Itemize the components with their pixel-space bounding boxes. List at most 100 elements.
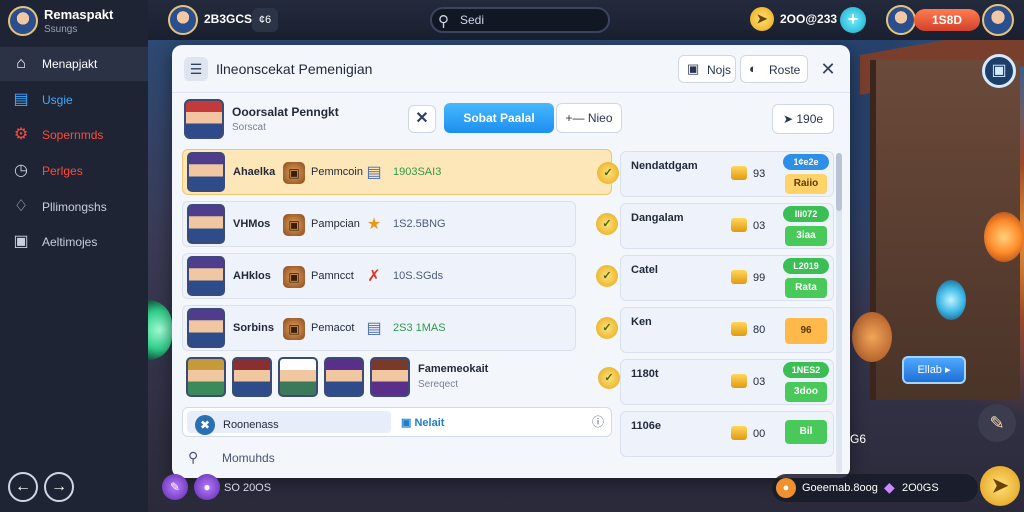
reward-badge: 1¢e2e xyxy=(783,154,829,170)
group-avatar xyxy=(186,357,226,397)
sidebar-item-label: Usgie xyxy=(42,93,73,107)
bottom-resource-bar[interactable]: ● Goeemab.8oog ◆ 2O0GS xyxy=(772,474,978,502)
forward-arrow-button[interactable]: → xyxy=(44,472,74,502)
sidebar-item-settings[interactable]: ⚙ Sopernmds xyxy=(0,118,148,152)
group-subtitle: Sereqect xyxy=(418,379,459,390)
orb-icon[interactable]: ● xyxy=(194,474,220,500)
member-name: AHklos xyxy=(233,270,271,282)
list-item[interactable]: Sorbins ▣ Pemacot ▤ 2S3 1MAS xyxy=(182,305,576,351)
sword-icon: ➤ xyxy=(782,112,797,126)
claim-button[interactable]: 3doo xyxy=(785,382,827,402)
member-role: Pamncct xyxy=(311,270,354,282)
coin-icon xyxy=(731,166,747,180)
modal-header: ☰ Ilneonscekat Pemenigian ▣ Nojs ◐ Roste… xyxy=(172,45,850,93)
game-action-button[interactable]: Ellab ▸ xyxy=(902,356,966,384)
reward-row[interactable]: Catel 99 L2019 Rata xyxy=(620,255,834,301)
shield-button[interactable]: ◐ Roste xyxy=(740,55,808,83)
sidebar-item-label: Menapjakt xyxy=(42,57,98,71)
member-avatar xyxy=(187,308,225,348)
sidebar-subtitle: Ssungs xyxy=(44,24,78,35)
claim-button[interactable]: Bil xyxy=(785,420,827,444)
gift-button[interactable]: ▣ Nojs xyxy=(678,55,736,83)
gear-icon: ⚙ xyxy=(13,126,29,143)
coin-icon xyxy=(731,270,747,284)
reward-qty: 03 xyxy=(753,376,766,388)
confirm-icon[interactable]: ✓ xyxy=(597,162,619,184)
sidebar-item-home[interactable]: ⌂ Menapjakt xyxy=(0,47,148,81)
reward-row[interactable]: 1180t 03 1NES2 3doo xyxy=(620,359,834,405)
big-coin-icon[interactable]: ➤ xyxy=(980,466,1020,506)
modal-scrollbar[interactable] xyxy=(836,153,842,473)
list-item[interactable]: Ahaelka ▣ Pemmcoin ▤ 1903SAI3 ✓ xyxy=(182,149,619,195)
friend-avatar[interactable] xyxy=(886,5,916,35)
game-action-label: Ellab xyxy=(917,364,942,376)
chest-icon: ▣ xyxy=(283,214,305,236)
claim-button[interactable]: 96 xyxy=(785,318,827,344)
book-icon: ▤ xyxy=(366,164,382,181)
search-bar[interactable]: ⚲ Sedi xyxy=(430,7,610,33)
top-player-avatar[interactable] xyxy=(168,5,198,35)
reward-badge: lli072 xyxy=(783,206,829,222)
sidebar-item-perlges[interactable]: ◷ Perlges xyxy=(0,154,148,188)
search-icon: ⚲ xyxy=(188,449,199,465)
reward-row[interactable]: Nendatdgam 93 1¢e2e Raiio xyxy=(620,151,834,197)
sidebar: Remaspakt Ssungs ⌂ Menapjakt ▤ Usgie ⚙ S… xyxy=(0,0,148,512)
top-user-chip[interactable]: ¢6 xyxy=(252,8,278,32)
sidebar-item-puzzles[interactable]: ♢ Pllimongshs xyxy=(0,190,148,224)
pencil-icon[interactable]: ✎ xyxy=(978,404,1016,442)
claim-button[interactable]: Raiio xyxy=(785,174,827,194)
claim-button[interactable]: 3iaa xyxy=(785,226,827,246)
sidebar-avatar[interactable] xyxy=(8,6,38,36)
coin-amount: 2OO@233 xyxy=(780,12,838,26)
sidebar-item-label: Aeltimojes xyxy=(42,235,98,249)
back-arrow-button[interactable]: ← xyxy=(8,472,38,502)
reward-row[interactable]: 1106e 00 Bil xyxy=(620,411,834,457)
member-name: VHMos xyxy=(233,218,271,230)
reward-qty: 00 xyxy=(753,428,766,440)
magic-wand-icon[interactable]: ✎ xyxy=(162,474,188,500)
confirm-icon[interactable]: ✓ xyxy=(596,265,618,287)
scrollbar-thumb[interactable] xyxy=(836,153,842,211)
secondary-action-button[interactable]: +— Nieo xyxy=(556,103,622,133)
sidebar-item-label: Perlges xyxy=(42,164,83,178)
confirm-icon[interactable]: ✓ xyxy=(596,317,618,339)
primary-action-button[interactable]: Sobat Paalal xyxy=(444,103,554,133)
add-currency-button[interactable]: + xyxy=(840,7,866,33)
sidebar-item-usgie[interactable]: ▤ Usgie xyxy=(0,83,148,117)
player-name: Ooorsalat Penngkt xyxy=(232,105,339,119)
count-button[interactable]: ➤ 190e xyxy=(772,104,834,134)
group-row[interactable]: Famemeokait Sereqect ✓ xyxy=(182,353,620,401)
info-icon[interactable]: ⓘ xyxy=(589,413,607,431)
group-avatar xyxy=(370,357,410,397)
close-button[interactable]: ✕ xyxy=(816,57,840,81)
remove-player-button[interactable]: ✕ xyxy=(408,105,436,133)
star-icon: ★ xyxy=(366,216,382,233)
bottom-mid-label: Nelait xyxy=(414,417,445,429)
game-menu-button[interactable]: ▣ xyxy=(982,54,1016,88)
gem-counter[interactable]: 1S8D xyxy=(914,9,980,31)
group-name: Famemeokait xyxy=(418,363,489,375)
confirm-icon[interactable]: ✓ xyxy=(598,367,620,389)
count-label: 190e xyxy=(796,112,824,126)
reward-row[interactable]: Ken 80 96 xyxy=(620,307,834,353)
coin-icon: ● xyxy=(776,478,796,498)
reward-label: Dangalam xyxy=(631,212,684,224)
bottom-mid-link[interactable]: ▣ Nelait xyxy=(401,416,444,429)
player-row: Ooorsalat Penngkt Sorscat ✕ Sobat Paalal… xyxy=(172,95,850,143)
player-subtitle: Sorscat xyxy=(232,122,266,133)
player-avatar xyxy=(184,99,224,139)
sidebar-item-aeltimojes[interactable]: ▣ Aeltimojes xyxy=(0,225,148,259)
claim-button[interactable]: Rata xyxy=(785,278,827,298)
bottom-left-chip[interactable]: ✖ Roonenass xyxy=(187,411,391,435)
shield-icon: ◐ xyxy=(749,61,757,76)
list-item[interactable]: AHklos ▣ Pamncct ✗ 10S.SGds xyxy=(182,253,576,299)
reward-row[interactable]: Dangalam 03 lli072 3iaa xyxy=(620,203,834,249)
list-item[interactable]: VHMos ▣ Pampcian ★ 1S2.5BNG xyxy=(182,201,576,247)
profile-avatar[interactable] xyxy=(982,4,1014,36)
confirm-icon[interactable]: ✓ xyxy=(596,213,618,235)
member-amount: 1903SAI3 xyxy=(393,166,442,178)
member-role: Pemmcoin xyxy=(311,166,363,178)
clock-icon: ◷ xyxy=(14,162,28,179)
menu-icon: ☰ xyxy=(184,57,208,81)
member-name: Sorbins xyxy=(233,322,274,334)
